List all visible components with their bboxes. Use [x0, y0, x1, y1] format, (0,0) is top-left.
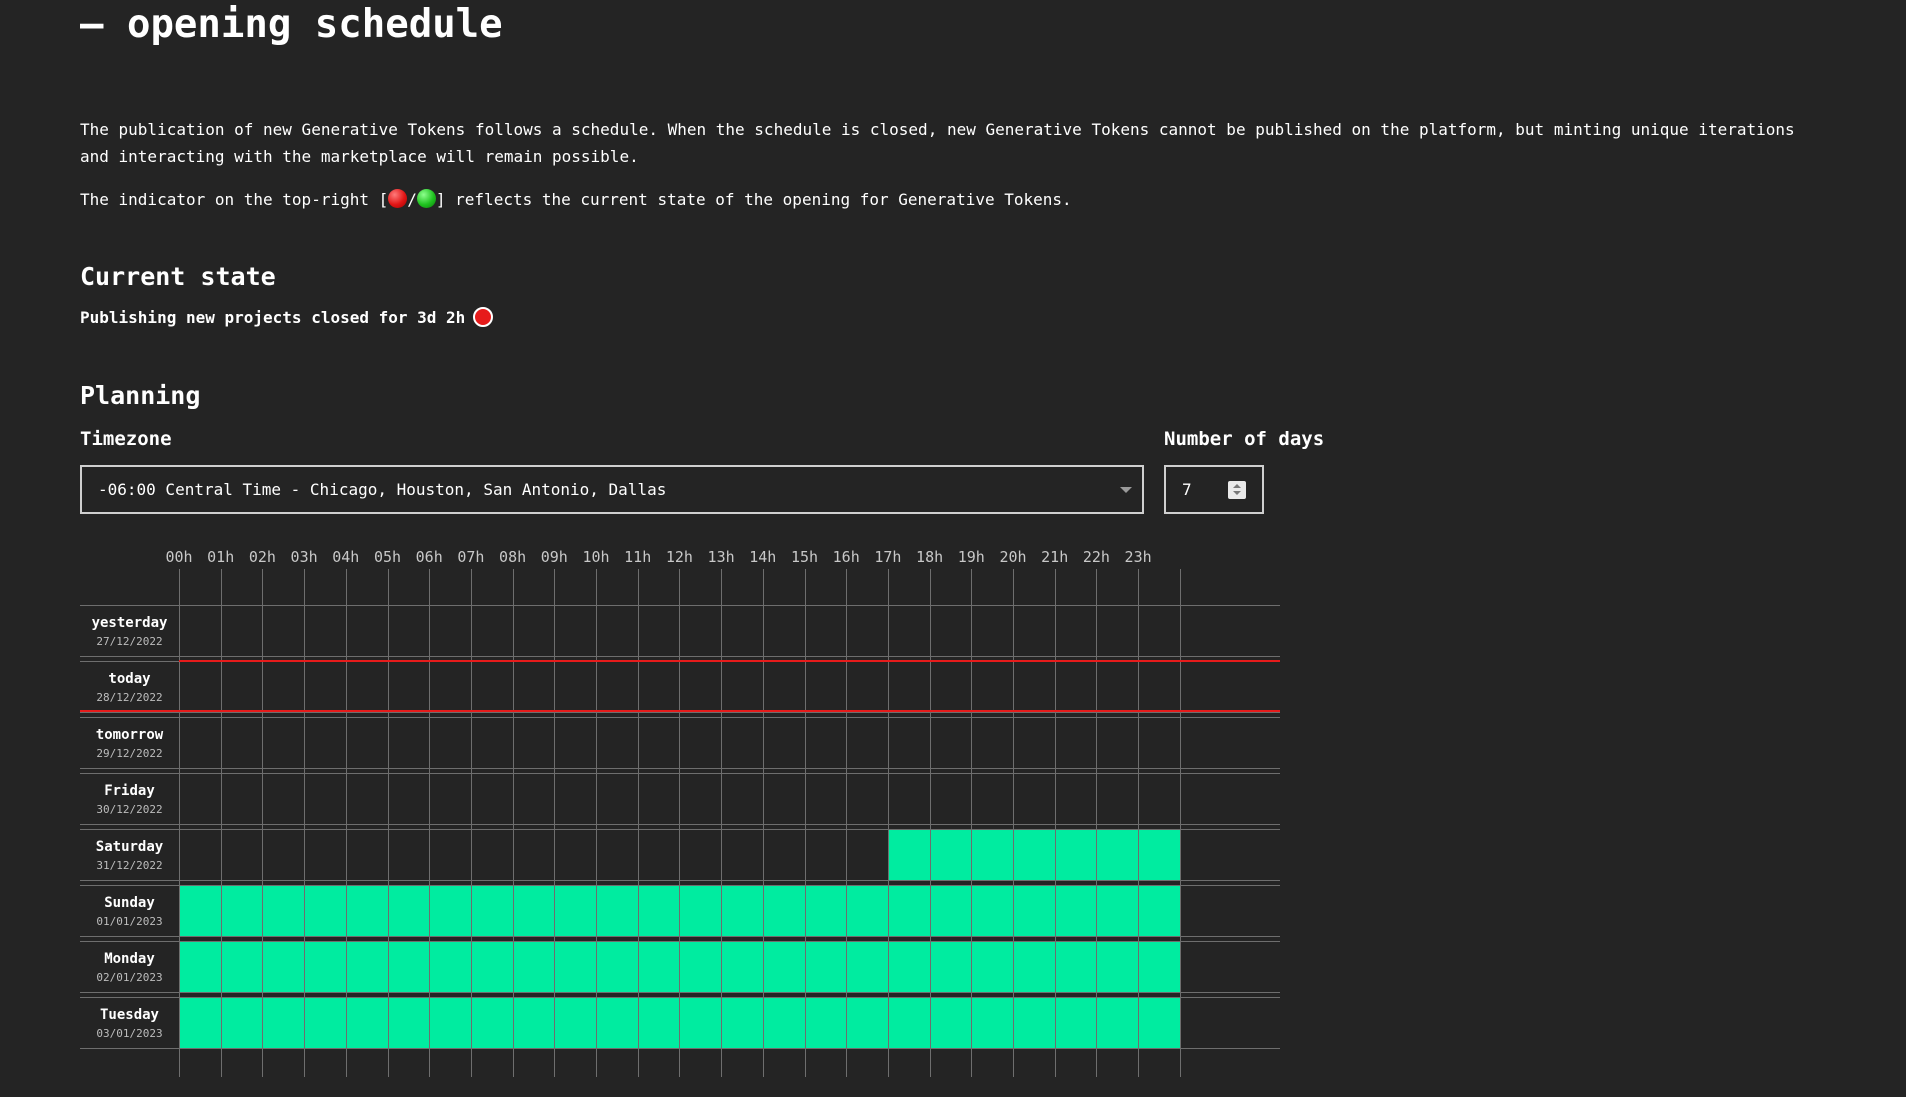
hour-gridline: [304, 569, 306, 1077]
hour-gridline: [1179, 569, 1181, 1077]
timezone-select[interactable]: -06:00 Central Time - Chicago, Houston, …: [80, 465, 1144, 514]
day-label: Friday: [104, 783, 155, 799]
today-marker-bottom: [80, 710, 1280, 712]
day-date: 29/12/2022: [96, 747, 163, 760]
hour-gridline: [1013, 569, 1014, 1077]
today-marker-top: [179, 660, 1280, 662]
hour-label: 20h: [999, 548, 1027, 566]
hour-gridline: [971, 569, 973, 1077]
stepper-up-icon: [1233, 484, 1241, 488]
hour-label: 14h: [749, 548, 777, 566]
day-date: 03/01/2023: [96, 1027, 163, 1040]
intro-section: The publication of new Generative Tokens…: [80, 116, 1800, 229]
chevron-down-icon: [1120, 487, 1132, 493]
hour-label: 12h: [665, 548, 693, 566]
hour-gridline: [846, 569, 848, 1077]
day-date: 30/12/2022: [96, 803, 163, 816]
hour-label: 21h: [1041, 548, 1069, 566]
hour-gridline: [262, 569, 264, 1077]
days-stepper[interactable]: [1228, 481, 1246, 499]
hour-label: 09h: [540, 548, 568, 566]
hour-label: 17h: [874, 548, 902, 566]
hour-gridline: [804, 569, 806, 1077]
planning-heading: Planning: [80, 381, 201, 410]
day-date: 28/12/2022: [96, 691, 163, 704]
current-state-status: Publishing new projects closed for 3d 2h: [80, 307, 494, 327]
day-label: yesterday: [91, 615, 168, 631]
days-value: 7: [1182, 480, 1192, 499]
hour-gridline: [1138, 569, 1140, 1077]
hour-gridline: [220, 569, 222, 1077]
day-date: 01/01/2023: [96, 915, 163, 928]
current-state-heading: Current state: [80, 262, 276, 291]
page-title: — opening schedule: [80, 2, 503, 47]
day-label: Sunday: [104, 895, 155, 911]
hour-gridline: [721, 569, 723, 1077]
hour-gridline: [929, 569, 931, 1077]
hour-label: 02h: [248, 548, 276, 566]
hour-gridline: [387, 569, 389, 1077]
hour-label: 22h: [1082, 548, 1110, 566]
hour-gridline: [679, 569, 681, 1077]
hour-label: 13h: [707, 548, 735, 566]
hour-gridline: [762, 569, 764, 1077]
hour-gridline: [470, 569, 472, 1077]
indicator-suffix: ] reflects the current state of the open…: [435, 190, 1072, 209]
hour-label: 05h: [373, 548, 402, 566]
hour-label: 16h: [832, 548, 860, 566]
hour-gridline: [887, 569, 889, 1077]
hour-gridline: [1054, 569, 1056, 1077]
hour-label: 06h: [415, 548, 443, 566]
hour-gridline: [596, 569, 597, 1077]
hour-label: 07h: [457, 548, 485, 566]
hour-label: 19h: [957, 548, 985, 566]
days-label: Number of days: [1164, 428, 1325, 450]
indicator-paragraph: The indicator on the top-right [ / ] refle…: [80, 186, 1800, 213]
hour-label: 18h: [916, 548, 944, 566]
hour-label: 11h: [624, 548, 652, 566]
hour-label: 15h: [790, 548, 819, 566]
number-of-days-input[interactable]: 7: [1164, 465, 1264, 514]
day-label: Saturday: [95, 839, 164, 855]
hour-gridline: [554, 569, 556, 1077]
hour-label: 04h: [332, 548, 360, 566]
hour-gridline: [179, 569, 180, 1077]
hour-gridline: [637, 569, 639, 1077]
stepper-down-icon: [1233, 491, 1241, 495]
intro-paragraph: The publication of new Generative Tokens…: [80, 120, 1795, 166]
hour-gridline: [429, 569, 431, 1077]
day-label: today: [108, 671, 151, 687]
hour-label: 03h: [290, 548, 318, 566]
hour-label: 23h: [1124, 548, 1152, 566]
indicator-separator: /: [407, 190, 417, 209]
hour-label: 08h: [499, 548, 527, 566]
timezone-label: Timezone: [80, 428, 172, 450]
red-dot-icon: [388, 189, 408, 208]
day-date: 27/12/2022: [96, 635, 163, 648]
schedule-grid: 00h 01h 02h 03h 04h 05h 06h 07h 08h 09h 10h 11h 12h 1…: [80, 540, 1280, 1080]
open-slot: [887, 830, 1180, 880]
indicator-prefix: The indicator on the top-right [: [80, 190, 389, 209]
day-date: 31/12/2022: [96, 859, 163, 872]
hour-gridline: [1096, 569, 1098, 1077]
green-dot-icon: [416, 189, 436, 208]
hour-label: 01h: [207, 548, 235, 566]
status-text: Publishing new projects closed for 3d 2h: [80, 307, 466, 327]
day-label: tomorrow: [95, 727, 164, 743]
hour-gridline: [512, 569, 514, 1077]
day-label: Monday: [104, 951, 155, 967]
hour-label: 10h: [582, 548, 610, 566]
hour-label: 00h: [165, 548, 193, 566]
day-label: Tuesday: [99, 1007, 159, 1023]
timezone-value: -06:00 Central Time - Chicago, Houston, …: [98, 480, 667, 499]
hour-gridline: [345, 569, 347, 1077]
closed-indicator-icon: [473, 307, 494, 327]
day-date: 02/01/2023: [96, 971, 163, 984]
